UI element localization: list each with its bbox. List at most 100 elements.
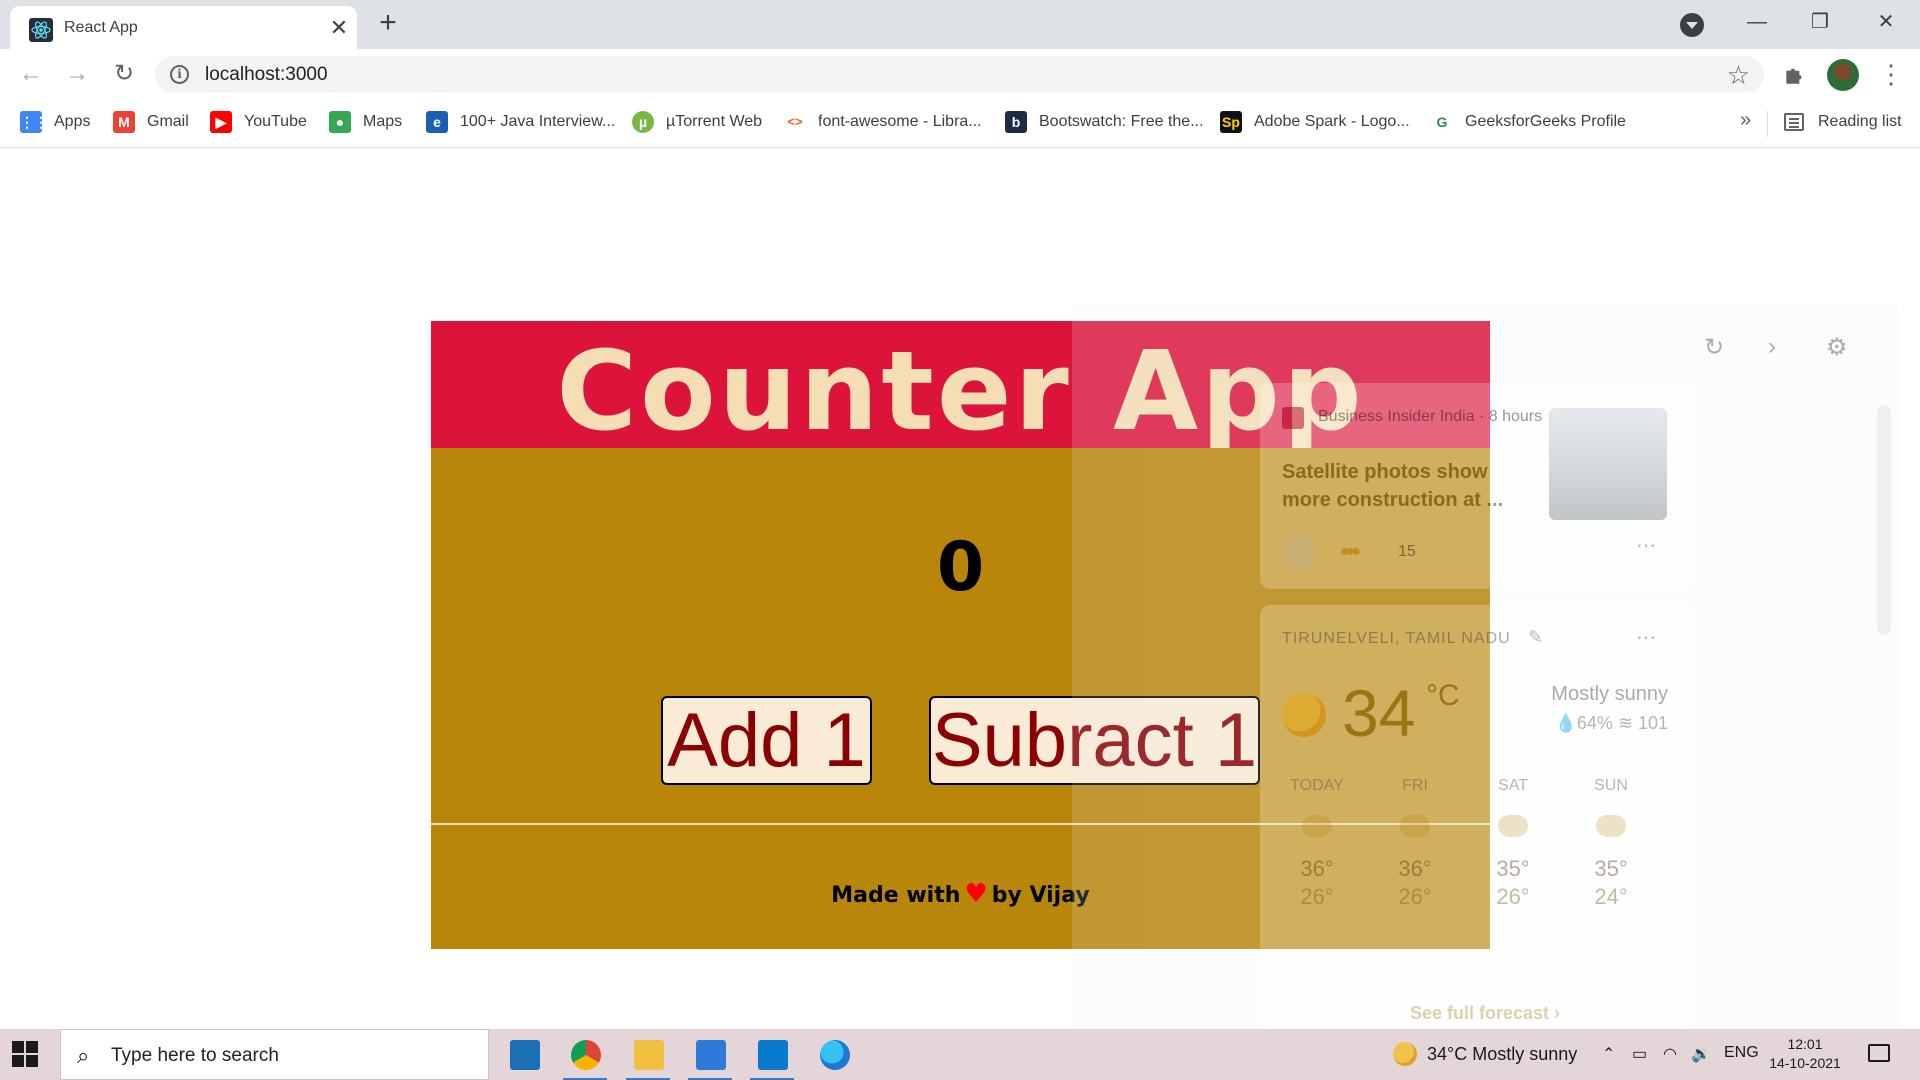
volume-icon[interactable]: 🔉 [1691, 1044, 1711, 1064]
weather-unit: °C [1426, 679, 1460, 712]
bookmark-label: µTorrent Web [666, 113, 763, 130]
bookmark-geeksforgeeks[interactable]: G GeeksforGeeks Profile [1431, 109, 1626, 135]
windows-taskbar: ⌕ Type here to search 34°C Mostly sunny … [0, 1029, 1920, 1080]
window-restore-button[interactable]: ❐ [1800, 6, 1840, 38]
forecast-low: 26° [1496, 884, 1530, 909]
bookmark-label: YouTube [244, 113, 307, 130]
see-full-forecast-button[interactable]: See full forecast › [1370, 995, 1600, 1029]
tab-search-icon[interactable] [1680, 13, 1704, 37]
refresh-icon[interactable]: ↻ [1704, 333, 1724, 362]
bookmarks-overflow-button[interactable]: » [1740, 109, 1751, 132]
forward-button[interactable]: → [64, 62, 90, 88]
add-one-button[interactable]: Add 1 [661, 696, 872, 785]
add-reaction-icon[interactable] [1282, 535, 1316, 569]
bookmark-adobe-spark[interactable]: Sp Adobe Spark - Logo... [1220, 109, 1410, 135]
window-minimize-button[interactable]: — [1737, 6, 1777, 38]
footer-made-with: Made with [831, 883, 961, 908]
forecast-low: 26° [1398, 884, 1432, 909]
new-tab-button[interactable]: + [372, 8, 404, 40]
more-options-icon[interactable]: ⋯ [1636, 533, 1656, 558]
taskbar-weather[interactable]: 34°C Mostly sunny [1393, 1042, 1577, 1066]
bookmark-label: Bootswatch: Free the... [1039, 113, 1204, 130]
taskbar-chrome[interactable] [563, 1035, 607, 1080]
news-source-logo-icon [1282, 407, 1304, 429]
tab-close-icon[interactable]: ✕ [325, 14, 353, 42]
reaction-emojis-icon: ●●● [1340, 543, 1361, 560]
reading-list-icon [1784, 113, 1804, 131]
more-options-icon[interactable]: ⋯ [1636, 625, 1656, 650]
browser-menu-icon[interactable]: ⋮ [1878, 57, 1904, 91]
react-logo-icon [29, 18, 53, 42]
bookmark-bootswatch[interactable]: b Bootswatch: Free the... [1005, 109, 1204, 135]
address-url[interactable]: localhost:3000 [205, 64, 328, 86]
site-info-icon[interactable]: i [170, 65, 189, 84]
utorrent-icon: µ [632, 111, 654, 133]
weather-humidity-wind: 💧64% ≋ 101 [1554, 713, 1668, 733]
geeksforgeeks-icon: G [1431, 111, 1453, 133]
back-button[interactable]: ← [18, 62, 44, 88]
chrome-icon [571, 1040, 601, 1070]
bookmark-apps[interactable]: ⋮⋮ Apps [20, 109, 90, 135]
forecast-day: TODAY 36° 26° [1272, 777, 1362, 911]
bookmark-font-awesome[interactable]: <> font-awesome - Libra... [784, 109, 982, 135]
forecast-day: SUN 35° 24° [1566, 777, 1656, 911]
network-icon[interactable]: ◠ [1663, 1044, 1677, 1064]
maps-pin-icon: ● [329, 111, 351, 133]
extensions-puzzle-icon[interactable] [1782, 61, 1808, 87]
address-bar[interactable]: i localhost:3000 ☆ [155, 56, 1764, 93]
tab-title: React App [64, 19, 138, 36]
adobe-spark-icon: Sp [1220, 111, 1242, 133]
taskbar-search-box[interactable]: ⌕ Type here to search [60, 1029, 489, 1080]
gmail-icon: M [113, 111, 135, 133]
reading-list-button[interactable]: Reading list [1784, 109, 1902, 135]
code-brackets-icon: <> [784, 111, 806, 133]
browser-toolbar: ← → ↻ i localhost:3000 ☆ ⋮ [0, 49, 1920, 99]
forecast-day-name: SUN [1594, 777, 1628, 794]
settings-gear-icon[interactable]: ⚙ [1826, 333, 1848, 362]
apps-grid-icon: ⋮⋮ [20, 111, 48, 133]
bookmark-utorrent[interactable]: µ µTorrent Web [632, 109, 762, 135]
taskbar-photos[interactable] [688, 1035, 732, 1080]
bootswatch-icon: b [1005, 111, 1027, 133]
page-viewport: Counter App 0 Add 1 Subract 1 Made with ♥… [0, 149, 1920, 1029]
edureka-icon: e [426, 111, 448, 133]
prime-video-icon [510, 1040, 540, 1070]
heart-icon: ♥ [964, 879, 988, 909]
cloudy-icon [1302, 815, 1332, 837]
bookmark-gmail[interactable]: M Gmail [113, 109, 189, 135]
taskbar-clock[interactable]: 12:01 14-10-2021 [1760, 1035, 1850, 1073]
chevron-right-icon[interactable]: › [1768, 333, 1776, 361]
edit-pencil-icon[interactable]: ✎ [1528, 627, 1543, 648]
youtube-icon: ▶ [210, 111, 232, 133]
taskbar-prime-video[interactable] [502, 1035, 546, 1075]
taskbar-file-explorer[interactable] [626, 1035, 670, 1080]
notification-center-icon[interactable] [1868, 1044, 1890, 1062]
widgets-panel: ↻ › ⚙ Business Insider India · 8 hours S… [1072, 305, 1898, 1029]
forecast-day: SAT 35° 26° [1468, 777, 1558, 911]
forecast-low: 26° [1300, 884, 1334, 909]
battery-icon[interactable]: ▭ [1632, 1044, 1647, 1064]
clock-date: 14-10-2021 [1769, 1055, 1841, 1071]
bookmark-java-interview[interactable]: e 100+ Java Interview... [426, 109, 615, 135]
weather-card[interactable]: TIRUNELVELI, TAMIL NADU ✎ ⋯ 34 °C Mostly… [1260, 605, 1692, 1029]
taskbar-weather-text: 34°C Mostly sunny [1427, 1043, 1578, 1064]
edge-icon [820, 1040, 850, 1070]
taskbar-edge[interactable] [812, 1035, 856, 1075]
vscode-icon [758, 1040, 788, 1070]
news-card[interactable]: Business Insider India · 8 hours Satelli… [1260, 383, 1692, 589]
input-language[interactable]: ENG [1724, 1044, 1759, 1062]
bookmark-maps[interactable]: ● Maps [329, 109, 402, 135]
taskbar-vscode[interactable] [750, 1035, 794, 1080]
news-thumbnail [1549, 408, 1667, 520]
windows-start-icon[interactable] [12, 1041, 38, 1067]
reload-button[interactable]: ↻ [111, 62, 137, 88]
browser-tab[interactable]: React App ✕ [10, 6, 357, 49]
profile-avatar[interactable] [1827, 59, 1859, 91]
widgets-scrollbar[interactable] [1877, 405, 1891, 635]
bookmark-star-icon[interactable]: ☆ [1727, 60, 1750, 91]
news-headline[interactable]: Satellite photos show more construction … [1282, 458, 1512, 514]
bookmarks-divider [1767, 111, 1768, 137]
show-hidden-icons-chevron-icon[interactable]: ⌃ [1602, 1044, 1615, 1064]
window-close-button[interactable]: ✕ [1866, 6, 1906, 38]
bookmark-youtube[interactable]: ▶ YouTube [210, 109, 307, 135]
